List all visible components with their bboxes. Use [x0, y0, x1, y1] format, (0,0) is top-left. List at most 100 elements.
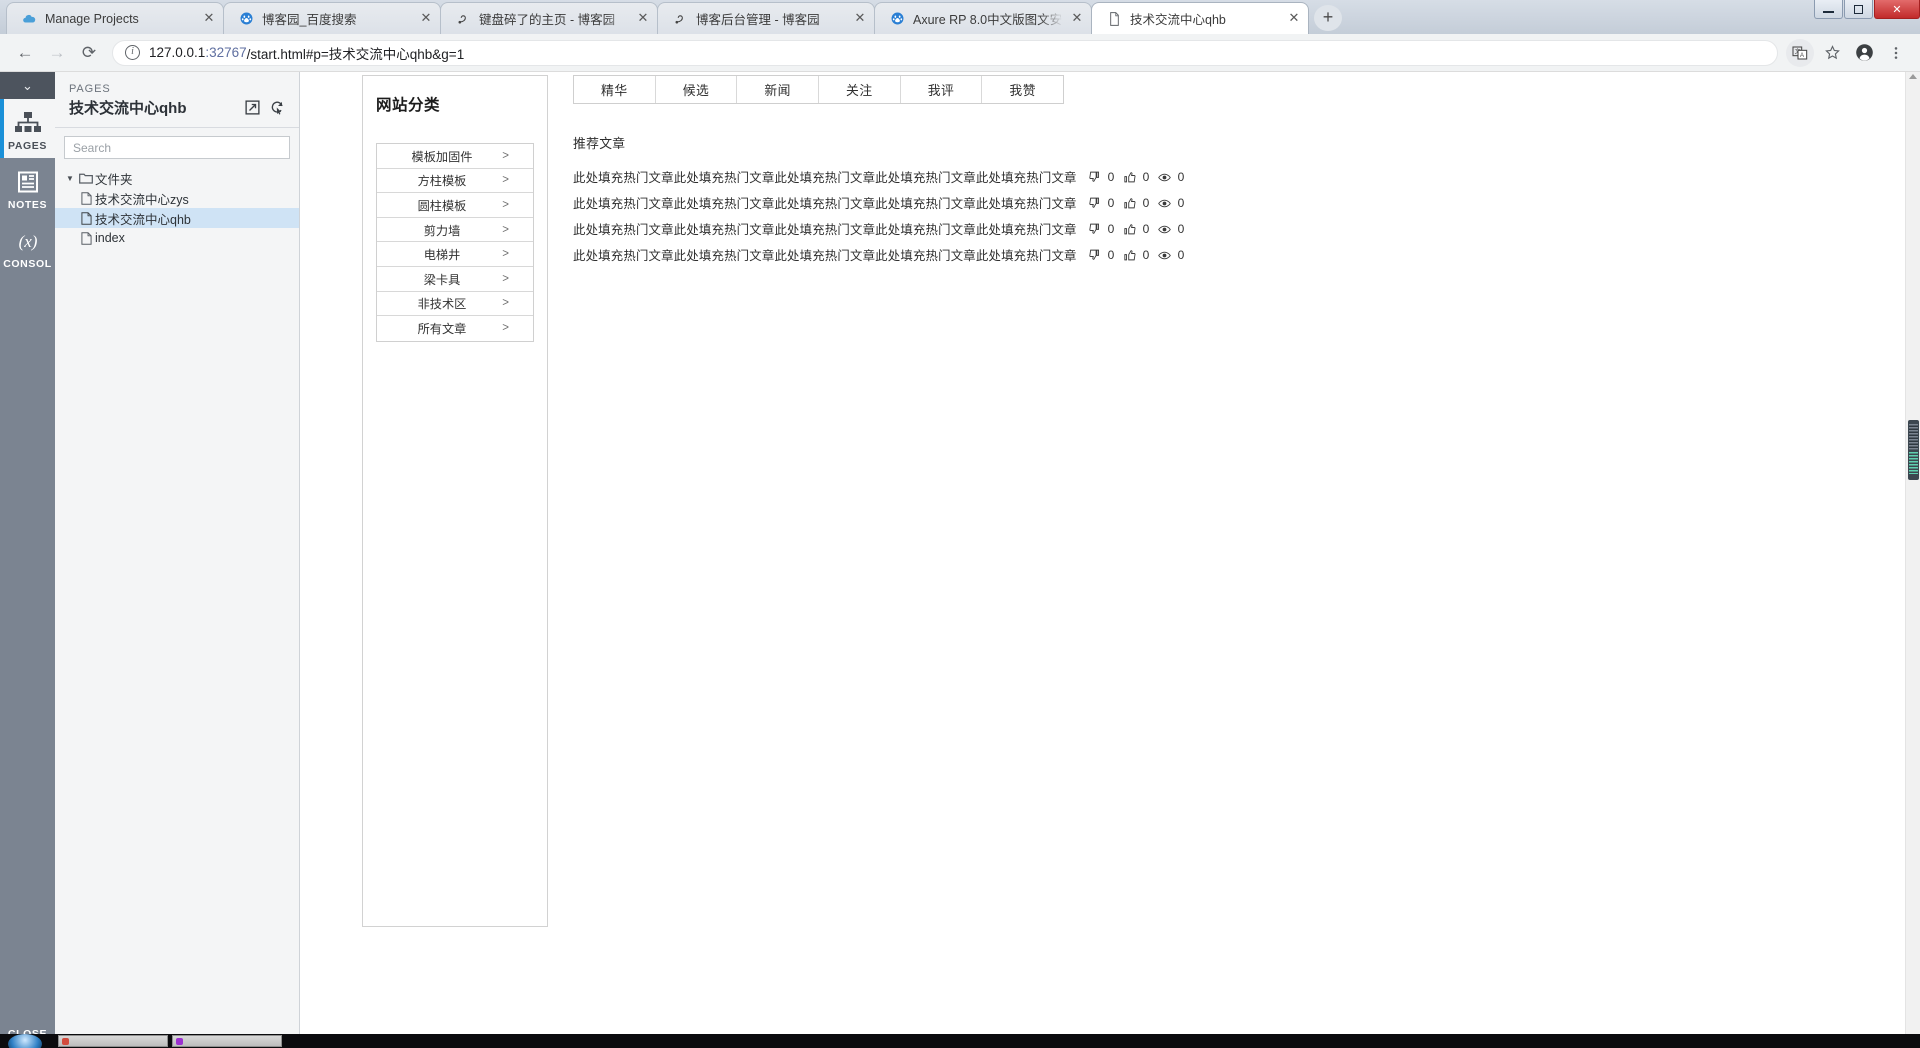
view-stat[interactable]: 0	[1157, 196, 1187, 210]
dislike-stat[interactable]: 0	[1087, 222, 1117, 236]
baidu-icon	[238, 11, 254, 27]
article-stats: 0 0 0	[1087, 170, 1192, 184]
thumbs-down-icon	[1087, 170, 1103, 184]
url-port: :32767	[205, 45, 247, 60]
list-item[interactable]: 此处填充热门文章此处填充热门文章此处填充热门文章此处填充热门文章此处填充热门文章…	[573, 242, 1773, 268]
list-item[interactable]: 此处填充热门文章此处填充热门文章此处填充热门文章此处填充热门文章此处填充热门文章…	[573, 190, 1773, 216]
page-icon	[77, 211, 95, 225]
category-item[interactable]: 梁卡具 >	[377, 267, 533, 292]
taskbar-item[interactable]	[58, 1035, 168, 1047]
view-stat[interactable]: 0	[1157, 222, 1187, 236]
pages-panel-header: PAGES 技术交流中心qhb	[55, 72, 299, 128]
category-item[interactable]: 非技术区 >	[377, 292, 533, 317]
tree-row-folder[interactable]: ▼ 文件夹	[55, 168, 299, 188]
browser-tab[interactable]: Manage Projects ✕	[6, 2, 224, 34]
tab-xinwen[interactable]: 新闻	[737, 76, 820, 103]
tab-strip: Manage Projects ✕ 博客园_百度搜索 ✕ 键盘碎了的主页 - 博…	[0, 0, 1920, 34]
rail-collapse-button[interactable]: ⌄	[0, 72, 55, 99]
article-title[interactable]: 此处填充热门文章此处填充热门文章此处填充热门文章此处填充热门文章此处填充热门文章	[573, 246, 1077, 264]
article-title[interactable]: 此处填充热门文章此处填充热门文章此处填充热门文章此处填充热门文章此处填充热门文章	[573, 194, 1077, 212]
scroll-up-icon[interactable]	[1909, 74, 1917, 79]
browser-tab[interactable]: 博客后台管理 - 博客园 ✕	[657, 2, 875, 34]
maximize-button[interactable]	[1844, 0, 1873, 19]
rail-item-console[interactable]: (x) CONSOL	[0, 217, 55, 276]
category-item[interactable]: 剪力墙 >	[377, 218, 533, 243]
tab-wozan[interactable]: 我赞	[982, 76, 1063, 103]
axure-prototype-shell: ⌄ PAGES NOTES (x) CONSOL PAGES 技术交流中心qhb…	[0, 72, 1920, 1048]
site-info-icon[interactable]: i	[125, 45, 140, 60]
tab-woping[interactable]: 我评	[901, 76, 983, 103]
open-in-new-icon[interactable]	[242, 98, 262, 118]
back-icon[interactable]: ←	[10, 38, 40, 68]
svg-text:(x): (x)	[18, 232, 37, 251]
new-tab-button[interactable]: +	[1314, 5, 1342, 31]
tab-close-icon[interactable]: ✕	[1286, 10, 1302, 27]
category-item[interactable]: 圆柱模板 >	[377, 193, 533, 218]
tree-row-page[interactable]: 技术交流中心zys	[55, 188, 299, 208]
sitemap-icon	[14, 108, 41, 138]
tab-guanzhu[interactable]: 关注	[819, 76, 901, 103]
category-item[interactable]: 模板加固件 >	[377, 144, 533, 169]
thumbs-up-icon	[1122, 196, 1138, 210]
url-host: 127.0.0.1	[149, 45, 206, 60]
profile-avatar-icon[interactable]	[1850, 39, 1878, 67]
window-close-button[interactable]: ✕	[1874, 0, 1920, 19]
axure-left-rail: ⌄ PAGES NOTES (x) CONSOL	[0, 72, 55, 1048]
section-title: 推荐文章	[573, 136, 626, 151]
browser-tab[interactable]: 键盘碎了的主页 - 博客园 ✕	[440, 2, 658, 34]
start-button[interactable]	[8, 1034, 42, 1048]
category-item[interactable]: 方柱模板 >	[377, 169, 533, 194]
scrollbar-thumb[interactable]	[1908, 420, 1919, 480]
tab-jinghua[interactable]: 精华	[574, 76, 656, 103]
tab-close-icon[interactable]: ✕	[1069, 10, 1085, 27]
tab-close-icon[interactable]: ✕	[201, 10, 217, 27]
dislike-stat[interactable]: 0	[1087, 196, 1117, 210]
translate-icon[interactable]: 文A	[1786, 38, 1814, 67]
forward-icon[interactable]: →	[42, 38, 72, 68]
prototype-canvas: 网站分类 模板加固件 > 方柱模板 > 圆柱模板 > 剪力墙 > 电梯井 > 梁…	[300, 72, 1920, 1048]
vertical-scrollbar[interactable]	[1905, 72, 1920, 1048]
content-tab-bar: 精华 候选 新闻 关注 我评 我赞	[573, 75, 1064, 104]
tab-close-icon[interactable]: ✕	[852, 10, 868, 27]
category-item[interactable]: 所有文章 >	[377, 316, 533, 341]
tab-close-icon[interactable]: ✕	[418, 10, 434, 27]
page-title: 技术交流中心qhb	[69, 100, 187, 117]
chevron-right-icon: >	[502, 223, 509, 236]
article-title[interactable]: 此处填充热门文章此处填充热门文章此处填充热门文章此处填充热门文章此处填充热门文章	[573, 220, 1077, 238]
minimize-button[interactable]	[1814, 0, 1843, 19]
like-stat[interactable]: 0	[1122, 196, 1152, 210]
pages-panel-title-row: 技术交流中心qhb	[69, 97, 287, 118]
taskbar-item[interactable]	[172, 1035, 282, 1047]
browser-tab[interactable]: 博客园_百度搜索 ✕	[223, 2, 441, 34]
chevron-down-icon[interactable]: ▼	[63, 174, 77, 183]
tree-row-page[interactable]: index	[55, 228, 299, 248]
address-bar[interactable]: i 127.0.0.1 :32767 /start.html#p=技术交流中心q…	[112, 39, 1778, 66]
tab-close-icon[interactable]: ✕	[635, 10, 651, 27]
chevron-right-icon: >	[502, 297, 509, 310]
view-count: 0	[1177, 248, 1185, 262]
like-stat[interactable]: 0	[1122, 248, 1152, 262]
like-stat[interactable]: 0	[1122, 222, 1152, 236]
rail-item-pages[interactable]: PAGES	[0, 99, 55, 158]
search-input[interactable]	[64, 136, 290, 159]
view-stat[interactable]: 0	[1157, 170, 1187, 184]
bookmark-star-icon[interactable]	[1818, 39, 1846, 67]
kebab-menu-icon[interactable]	[1882, 39, 1910, 67]
tree-item-label: 技术交流中心zys	[95, 192, 189, 207]
article-title[interactable]: 此处填充热门文章此处填充热门文章此处填充热门文章此处填充热门文章此处填充热门文章	[573, 168, 1077, 186]
refresh-cursor-icon[interactable]	[267, 98, 287, 118]
dislike-stat[interactable]: 0	[1087, 248, 1117, 262]
chevron-right-icon: >	[502, 149, 509, 162]
tab-houxuan[interactable]: 候选	[656, 76, 738, 103]
tree-row-page-selected[interactable]: 技术交流中心qhb	[55, 208, 299, 228]
list-item[interactable]: 此处填充热门文章此处填充热门文章此处填充热门文章此处填充热门文章此处填充热门文章…	[573, 216, 1773, 242]
view-stat[interactable]: 0	[1157, 248, 1187, 262]
dislike-stat[interactable]: 0	[1087, 170, 1117, 184]
category-item[interactable]: 电梯井 >	[377, 242, 533, 267]
browser-tab[interactable]: Axure RP 8.0中文版图文安装教 ✕	[874, 2, 1092, 34]
browser-tab-active[interactable]: 技术交流中心qhb ✕	[1091, 2, 1309, 34]
reload-icon[interactable]: ⟳	[74, 38, 104, 68]
list-item[interactable]: 此处填充热门文章此处填充热门文章此处填充热门文章此处填充热门文章此处填充热门文章…	[573, 164, 1773, 190]
rail-item-notes[interactable]: NOTES	[0, 158, 55, 217]
like-stat[interactable]: 0	[1122, 170, 1152, 184]
